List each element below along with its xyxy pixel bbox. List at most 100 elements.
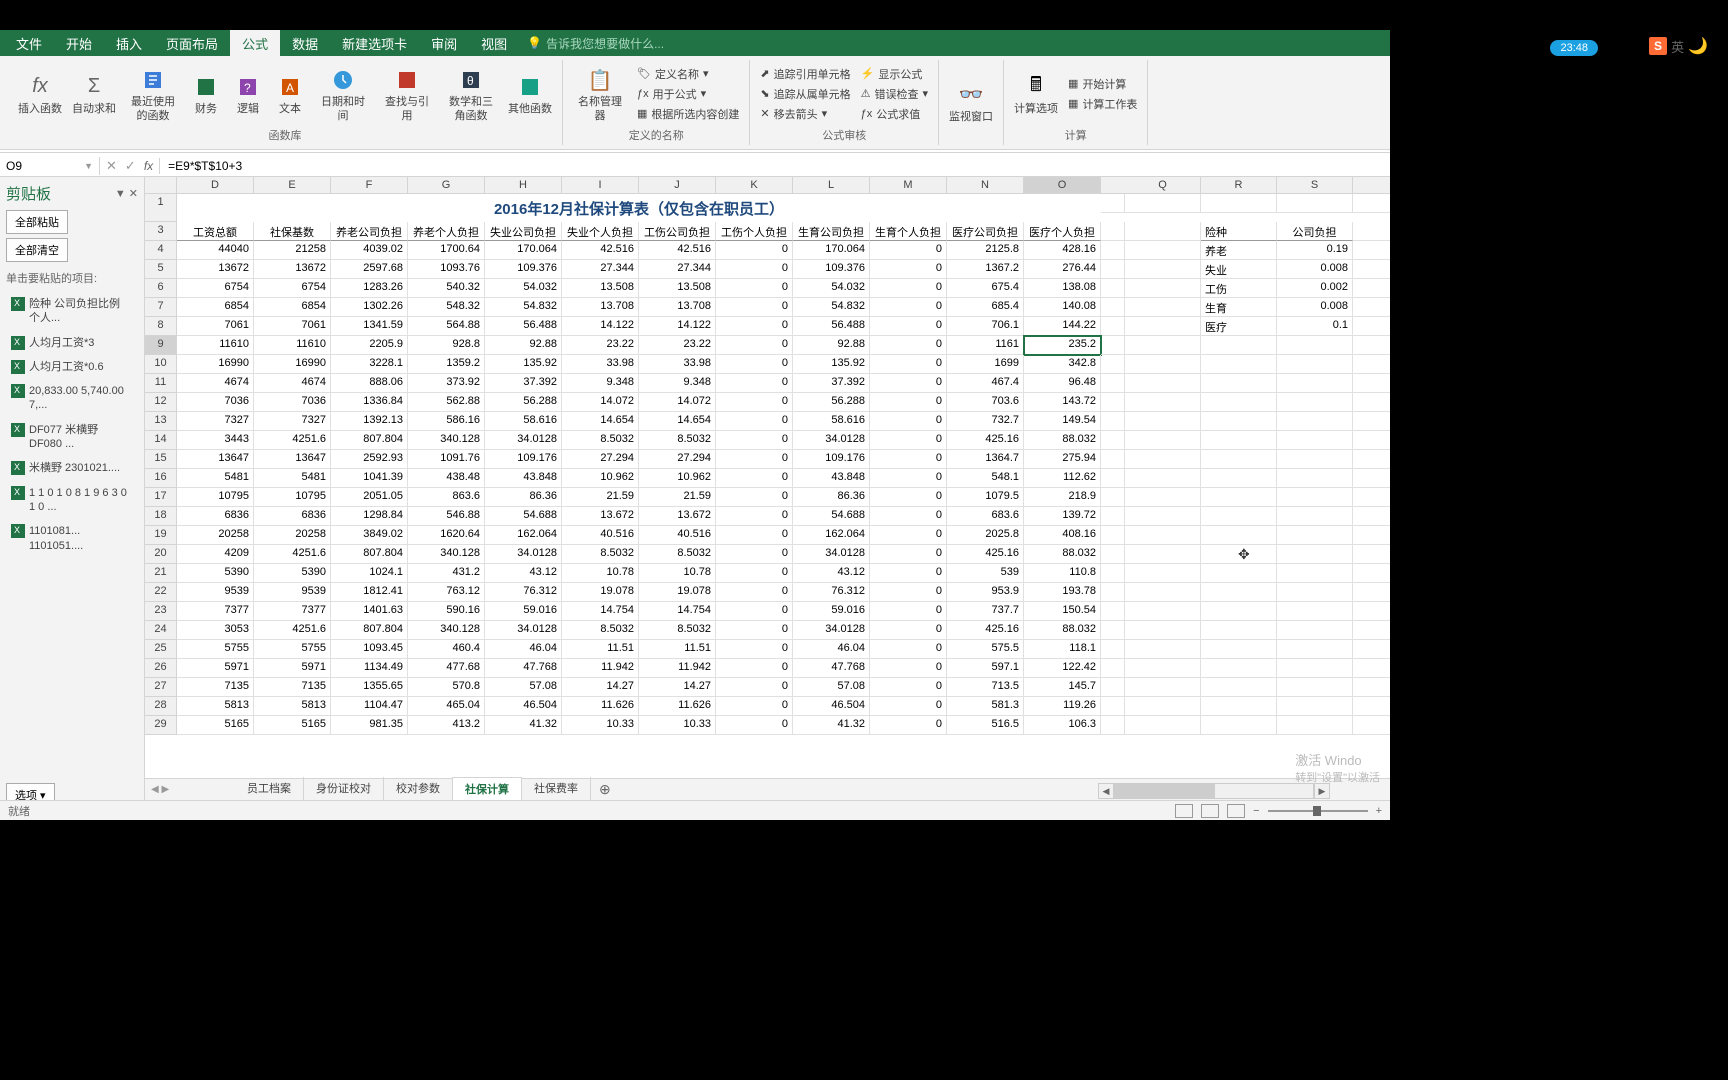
cell[interactable]: 431.2 — [408, 564, 485, 583]
cell[interactable]: 5755 — [254, 640, 331, 659]
cell[interactable] — [1201, 431, 1277, 450]
cell[interactable]: 20258 — [177, 526, 254, 545]
row-header[interactable]: 10 — [145, 355, 177, 374]
cell[interactable] — [1125, 393, 1201, 412]
cell[interactable]: 340.128 — [408, 621, 485, 640]
calculate-now-button[interactable]: ▦开始计算 — [1064, 75, 1141, 93]
sheet-tab[interactable]: 校对参数 — [384, 777, 453, 802]
cell[interactable] — [1353, 602, 1390, 621]
column-header[interactable]: I — [562, 177, 639, 194]
column-header[interactable]: F — [331, 177, 408, 194]
close-icon[interactable]: ✕ — [129, 188, 138, 200]
row-header[interactable]: 4 — [145, 241, 177, 260]
cell[interactable]: 19.078 — [639, 583, 716, 602]
math-trig-button[interactable]: θ数学和三角函数 — [440, 62, 502, 124]
cell[interactable]: 59.016 — [485, 602, 562, 621]
clipboard-item[interactable]: 20,833.00 5,740.00 7,... — [6, 379, 138, 418]
row-header[interactable]: 8 — [145, 317, 177, 336]
cell[interactable]: 138.08 — [1024, 279, 1101, 298]
cell[interactable]: 1104.47 — [331, 697, 408, 716]
cell[interactable]: 34.0128 — [485, 545, 562, 564]
cell[interactable] — [1101, 621, 1125, 640]
cell[interactable] — [1201, 393, 1277, 412]
cell[interactable]: 732.7 — [947, 412, 1024, 431]
cell[interactable]: 373.92 — [408, 374, 485, 393]
cell[interactable]: 41.32 — [793, 716, 870, 735]
cell[interactable] — [1201, 412, 1277, 431]
cell[interactable] — [1101, 488, 1125, 507]
cell[interactable]: 0 — [716, 336, 793, 355]
cell[interactable] — [1125, 678, 1201, 697]
cell[interactable]: 425.16 — [947, 431, 1024, 450]
cell[interactable]: 54.832 — [793, 298, 870, 317]
cell[interactable]: 235.2 — [1024, 336, 1101, 355]
cell[interactable]: 0 — [716, 279, 793, 298]
autosum-button[interactable]: Σ自动求和 — [68, 69, 120, 118]
cell[interactable]: 19.078 — [562, 583, 639, 602]
cell[interactable] — [1201, 678, 1277, 697]
cell[interactable]: 1024.1 — [331, 564, 408, 583]
cell[interactable]: 92.88 — [485, 336, 562, 355]
cell[interactable] — [1125, 640, 1201, 659]
cell[interactable]: 7327 — [177, 412, 254, 431]
row-header[interactable]: 11 — [145, 374, 177, 393]
cell[interactable]: 46.504 — [793, 697, 870, 716]
cell[interactable]: 5755 — [177, 640, 254, 659]
cell[interactable]: 0 — [716, 355, 793, 374]
cell[interactable]: 13647 — [177, 450, 254, 469]
cell[interactable]: 43.848 — [793, 469, 870, 488]
cell[interactable] — [1101, 374, 1125, 393]
cell[interactable]: 11610 — [254, 336, 331, 355]
cell[interactable]: 10795 — [177, 488, 254, 507]
column-header[interactable]: D — [177, 177, 254, 194]
cell[interactable] — [1277, 526, 1353, 545]
sheet-tab[interactable]: 员工档案 — [235, 777, 304, 802]
cell[interactable]: 10.962 — [562, 469, 639, 488]
cell[interactable]: 1079.5 — [947, 488, 1024, 507]
cell[interactable]: 0 — [870, 241, 947, 260]
cell[interactable]: 981.35 — [331, 716, 408, 735]
cell[interactable]: 47.768 — [485, 659, 562, 678]
cell[interactable]: 1134.49 — [331, 659, 408, 678]
cell[interactable] — [1353, 336, 1390, 355]
cell[interactable]: 1341.59 — [331, 317, 408, 336]
cell[interactable]: 34.0128 — [793, 621, 870, 640]
cell[interactable] — [1353, 621, 1390, 640]
column-header[interactable]: Q — [1125, 177, 1201, 194]
cell[interactable] — [1277, 659, 1353, 678]
column-header[interactable]: G — [408, 177, 485, 194]
cell[interactable]: 34.0128 — [485, 621, 562, 640]
cell[interactable]: 109.176 — [485, 450, 562, 469]
cell[interactable]: 11.626 — [562, 697, 639, 716]
cell[interactable]: 4674 — [254, 374, 331, 393]
menu-layout[interactable]: 页面布局 — [154, 30, 230, 57]
cell[interactable]: 888.06 — [331, 374, 408, 393]
cell[interactable]: 953.9 — [947, 583, 1024, 602]
column-header[interactable]: E — [254, 177, 331, 194]
cell[interactable] — [1277, 640, 1353, 659]
cell[interactable]: 170.064 — [485, 241, 562, 260]
scroll-left-button[interactable]: ◀ — [1098, 783, 1114, 799]
cell[interactable]: 34.0128 — [793, 431, 870, 450]
cell[interactable]: 13672 — [177, 260, 254, 279]
cell[interactable]: 7061 — [254, 317, 331, 336]
cell[interactable]: 11.626 — [639, 697, 716, 716]
cell[interactable]: 54.688 — [793, 507, 870, 526]
cell[interactable]: 0 — [716, 564, 793, 583]
cell[interactable]: 40.516 — [639, 526, 716, 545]
clipboard-item[interactable]: 1101081... 1101051.... — [6, 519, 138, 558]
cell[interactable]: 76.312 — [793, 583, 870, 602]
cell[interactable]: 928.8 — [408, 336, 485, 355]
cell[interactable]: 56.288 — [485, 393, 562, 412]
cell[interactable]: 162.064 — [793, 526, 870, 545]
cell[interactable]: 2125.8 — [947, 241, 1024, 260]
define-name-button[interactable]: 🏷定义名称 ▾ — [633, 65, 743, 83]
cell[interactable]: 0 — [870, 393, 947, 412]
row-header[interactable]: 21 — [145, 564, 177, 583]
cell[interactable]: 41.32 — [485, 716, 562, 735]
cell[interactable]: 0 — [716, 431, 793, 450]
cell[interactable]: 23.22 — [562, 336, 639, 355]
cell[interactable] — [1353, 317, 1390, 336]
cell[interactable]: 570.8 — [408, 678, 485, 697]
error-check-button[interactable]: ⚠错误检查 ▾ — [857, 85, 932, 103]
